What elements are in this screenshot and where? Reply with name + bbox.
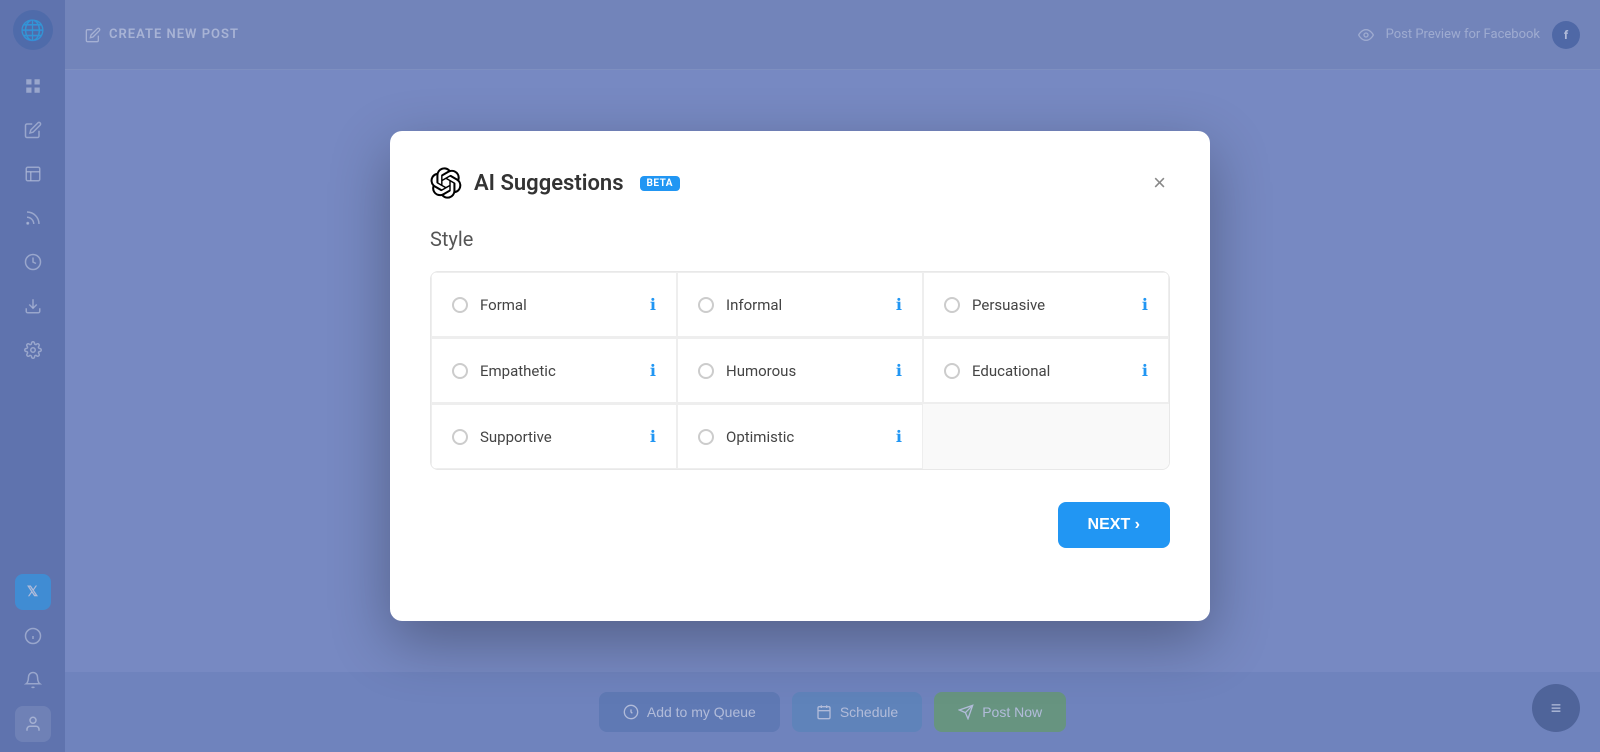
style-row-2: Empathetic ℹ Humorous ℹ Educational (431, 338, 1169, 404)
style-option-persuasive[interactable]: Persuasive ℹ (923, 272, 1169, 337)
educational-info-icon[interactable]: ℹ (1142, 361, 1148, 380)
style-row-3: Supportive ℹ Optimistic ℹ (431, 404, 1169, 469)
humorous-label: Humorous (726, 362, 796, 380)
next-button-area: NEXT › (430, 502, 1170, 548)
persuasive-radio[interactable] (944, 297, 960, 313)
persuasive-info-icon[interactable]: ℹ (1142, 295, 1148, 314)
style-options-grid: Formal ℹ Informal ℹ Persuasive (430, 271, 1170, 470)
modal-header: AI Suggestions BETA × (430, 167, 1170, 199)
informal-info-icon[interactable]: ℹ (896, 295, 902, 314)
informal-label: Informal (726, 296, 782, 314)
persuasive-label: Persuasive (972, 296, 1045, 314)
modal-title-area: AI Suggestions BETA (430, 167, 680, 199)
optimistic-radio[interactable] (698, 429, 714, 445)
informal-radio[interactable] (698, 297, 714, 313)
style-option-optimistic[interactable]: Optimistic ℹ (677, 404, 923, 469)
style-row-1: Formal ℹ Informal ℹ Persuasive (431, 272, 1169, 338)
humorous-radio[interactable] (698, 363, 714, 379)
supportive-radio[interactable] (452, 429, 468, 445)
educational-radio[interactable] (944, 363, 960, 379)
style-option-humorous[interactable]: Humorous ℹ (677, 338, 923, 403)
next-button[interactable]: NEXT › (1058, 502, 1170, 548)
empty-cell (923, 404, 1169, 469)
optimistic-label: Optimistic (726, 428, 794, 446)
supportive-info-icon[interactable]: ℹ (650, 427, 656, 446)
style-option-empathetic[interactable]: Empathetic ℹ (431, 338, 677, 403)
ai-logo-icon (430, 167, 462, 199)
educational-label: Educational (972, 362, 1050, 380)
style-option-supportive[interactable]: Supportive ℹ (431, 404, 677, 469)
style-option-educational[interactable]: Educational ℹ (923, 338, 1169, 403)
beta-badge: BETA (640, 176, 681, 191)
empathetic-info-icon[interactable]: ℹ (650, 361, 656, 380)
empathetic-label: Empathetic (480, 362, 556, 380)
formal-radio[interactable] (452, 297, 468, 313)
supportive-label: Supportive (480, 428, 552, 446)
ai-suggestions-modal: AI Suggestions BETA × Style Formal ℹ (390, 131, 1210, 621)
next-button-label: NEXT › (1088, 516, 1140, 534)
style-option-formal[interactable]: Formal ℹ (431, 272, 677, 337)
optimistic-info-icon[interactable]: ℹ (896, 427, 902, 446)
empathetic-radio[interactable] (452, 363, 468, 379)
style-option-informal[interactable]: Informal ℹ (677, 272, 923, 337)
style-section-title: Style (430, 227, 1170, 251)
humorous-info-icon[interactable]: ℹ (896, 361, 902, 380)
formal-info-icon[interactable]: ℹ (650, 295, 656, 314)
close-button[interactable]: × (1149, 168, 1170, 198)
modal-title: AI Suggestions (474, 171, 624, 196)
formal-label: Formal (480, 296, 527, 314)
